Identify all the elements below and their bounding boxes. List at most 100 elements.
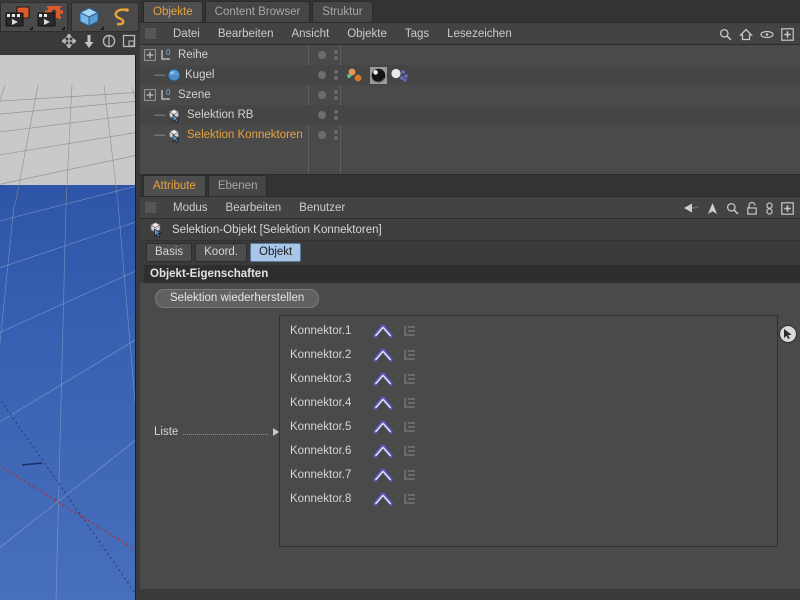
spline-button[interactable]: [105, 3, 137, 31]
list-item[interactable]: Konnektor.2: [280, 343, 777, 367]
visibility-dot[interactable]: [318, 71, 326, 79]
visibility-dot[interactable]: [318, 111, 326, 119]
search-icon[interactable]: [719, 28, 732, 41]
menu-bearbeiten[interactable]: Bearbeiten: [209, 24, 283, 44]
render-view-button[interactable]: [2, 3, 34, 31]
visibility-dots[interactable]: [310, 45, 370, 65]
tab-objekt[interactable]: Objekt: [250, 242, 302, 262]
list-menu-icon[interactable]: [404, 421, 416, 433]
menu-datei[interactable]: Datei: [164, 24, 209, 44]
dropdown-corner[interactable]: [29, 26, 33, 30]
list-item[interactable]: Konnektor.1: [280, 319, 777, 343]
table-row[interactable]: — Selektion RB: [140, 105, 800, 125]
menu-tags[interactable]: Tags: [396, 24, 438, 44]
render-dots[interactable]: [334, 90, 338, 100]
eye-icon[interactable]: [760, 29, 774, 40]
move-axis-icon[interactable]: [62, 34, 76, 48]
expand-plus-icon[interactable]: [144, 89, 156, 101]
visibility-dots[interactable]: [310, 105, 370, 125]
list-menu-icon[interactable]: [404, 397, 416, 409]
connector-tag[interactable]: [390, 67, 410, 84]
menu-bearbeiten[interactable]: Bearbeiten: [217, 198, 291, 218]
menu-lesezeichen[interactable]: Lesezeichen: [438, 24, 521, 44]
menu-grip-handle[interactable]: [145, 28, 156, 39]
list-menu-icon[interactable]: [404, 373, 416, 385]
object-manager-tree[interactable]: 0 Reihe — Kugel 0 Szene — Selektion RB —…: [140, 45, 800, 175]
back-arrow-icon[interactable]: [683, 202, 699, 214]
menu-benutzer[interactable]: Benutzer: [290, 198, 354, 218]
menu-ansicht[interactable]: Ansicht: [282, 24, 338, 44]
frame-icon[interactable]: [122, 34, 136, 48]
sphere-icon: [167, 68, 181, 82]
tab-content-browser[interactable]: Content Browser: [204, 1, 311, 22]
tab-basis[interactable]: Basis: [146, 242, 193, 262]
visibility-dot[interactable]: [318, 51, 326, 59]
render-settings-button[interactable]: [34, 3, 66, 31]
object-manager-menubar: Datei Bearbeiten Ansicht Objekte Tags Le…: [140, 23, 800, 45]
attribute-object-header: Selektion-Objekt [Selektion Konnektoren]: [140, 219, 800, 241]
render-dots[interactable]: [334, 110, 338, 120]
connector-icon[interactable]: [372, 371, 394, 387]
connector-icon[interactable]: [372, 443, 394, 459]
cursor-pick-button[interactable]: [779, 325, 797, 343]
connector-list-box[interactable]: Konnektor.1 Konnektor.2 Konnektor.3 Konn…: [279, 315, 778, 547]
add-box-icon[interactable]: [781, 27, 794, 41]
link-icon[interactable]: [765, 201, 774, 215]
material-tag[interactable]: [370, 66, 387, 84]
render-dots[interactable]: [334, 50, 338, 60]
perspective-viewport[interactable]: [0, 55, 136, 600]
tab-ebenen[interactable]: Ebenen: [207, 175, 268, 196]
list-item[interactable]: Konnektor.5: [280, 415, 777, 439]
dropdown-corner[interactable]: [61, 26, 65, 30]
table-row[interactable]: 0 Reihe: [140, 45, 800, 65]
cube-primitive-button[interactable]: [73, 3, 105, 31]
list-menu-icon[interactable]: [404, 493, 416, 505]
visibility-dots[interactable]: [310, 125, 370, 145]
dynamics-tag[interactable]: [345, 67, 367, 83]
tree-branch: —: [154, 129, 165, 141]
list-menu-icon[interactable]: [404, 469, 416, 481]
visibility-dot[interactable]: [318, 131, 326, 139]
list-menu-icon[interactable]: [404, 445, 416, 457]
visibility-dots[interactable]: [310, 85, 370, 105]
connector-icon[interactable]: [372, 323, 394, 339]
connector-icon[interactable]: [372, 419, 394, 435]
lock-icon[interactable]: [746, 201, 758, 215]
list-item[interactable]: Konnektor.6: [280, 439, 777, 463]
list-item[interactable]: Konnektor.3: [280, 367, 777, 391]
render-dots[interactable]: [334, 70, 338, 80]
tab-objekte[interactable]: Objekte: [143, 1, 203, 22]
list-menu-icon[interactable]: [404, 349, 416, 361]
restore-selection-button[interactable]: Selektion wiederherstellen: [155, 289, 320, 308]
tab-struktur[interactable]: Struktur: [312, 1, 373, 22]
render-dots[interactable]: [334, 130, 338, 140]
list-menu-icon[interactable]: [404, 325, 416, 337]
dropdown-corner[interactable]: [100, 26, 104, 30]
connector-icon[interactable]: [372, 395, 394, 411]
add-box-icon[interactable]: [781, 201, 794, 215]
table-row[interactable]: — Selektion Konnektoren: [140, 125, 800, 145]
table-row[interactable]: — Kugel ✔: [140, 65, 800, 85]
tab-attribute[interactable]: Attribute: [143, 175, 206, 196]
rotate-icon[interactable]: [102, 34, 116, 48]
menu-objekte[interactable]: Objekte: [338, 24, 396, 44]
list-item[interactable]: Konnektor.8: [280, 487, 777, 511]
connector-icon[interactable]: [372, 491, 394, 507]
connector-icon[interactable]: [372, 467, 394, 483]
list-item[interactable]: Konnektor.4: [280, 391, 777, 415]
menu-modus[interactable]: Modus: [164, 198, 217, 218]
scale-arrow-icon[interactable]: [82, 34, 96, 48]
list-item[interactable]: Konnektor.7: [280, 463, 777, 487]
svg-text:0: 0: [166, 88, 171, 97]
home-icon[interactable]: [739, 28, 753, 41]
search-icon[interactable]: [726, 202, 739, 215]
forward-arrow-icon[interactable]: [706, 202, 719, 215]
connector-icon[interactable]: [372, 347, 394, 363]
table-row[interactable]: 0 Szene: [140, 85, 800, 105]
tab-koord[interactable]: Koord.: [195, 242, 248, 262]
expand-plus-icon[interactable]: [144, 49, 156, 61]
menu-grip-handle[interactable]: [145, 202, 156, 213]
visibility-dot[interactable]: [318, 91, 326, 99]
list-item-label: Konnektor.3: [290, 373, 352, 385]
list-item-label: Konnektor.6: [290, 445, 352, 457]
